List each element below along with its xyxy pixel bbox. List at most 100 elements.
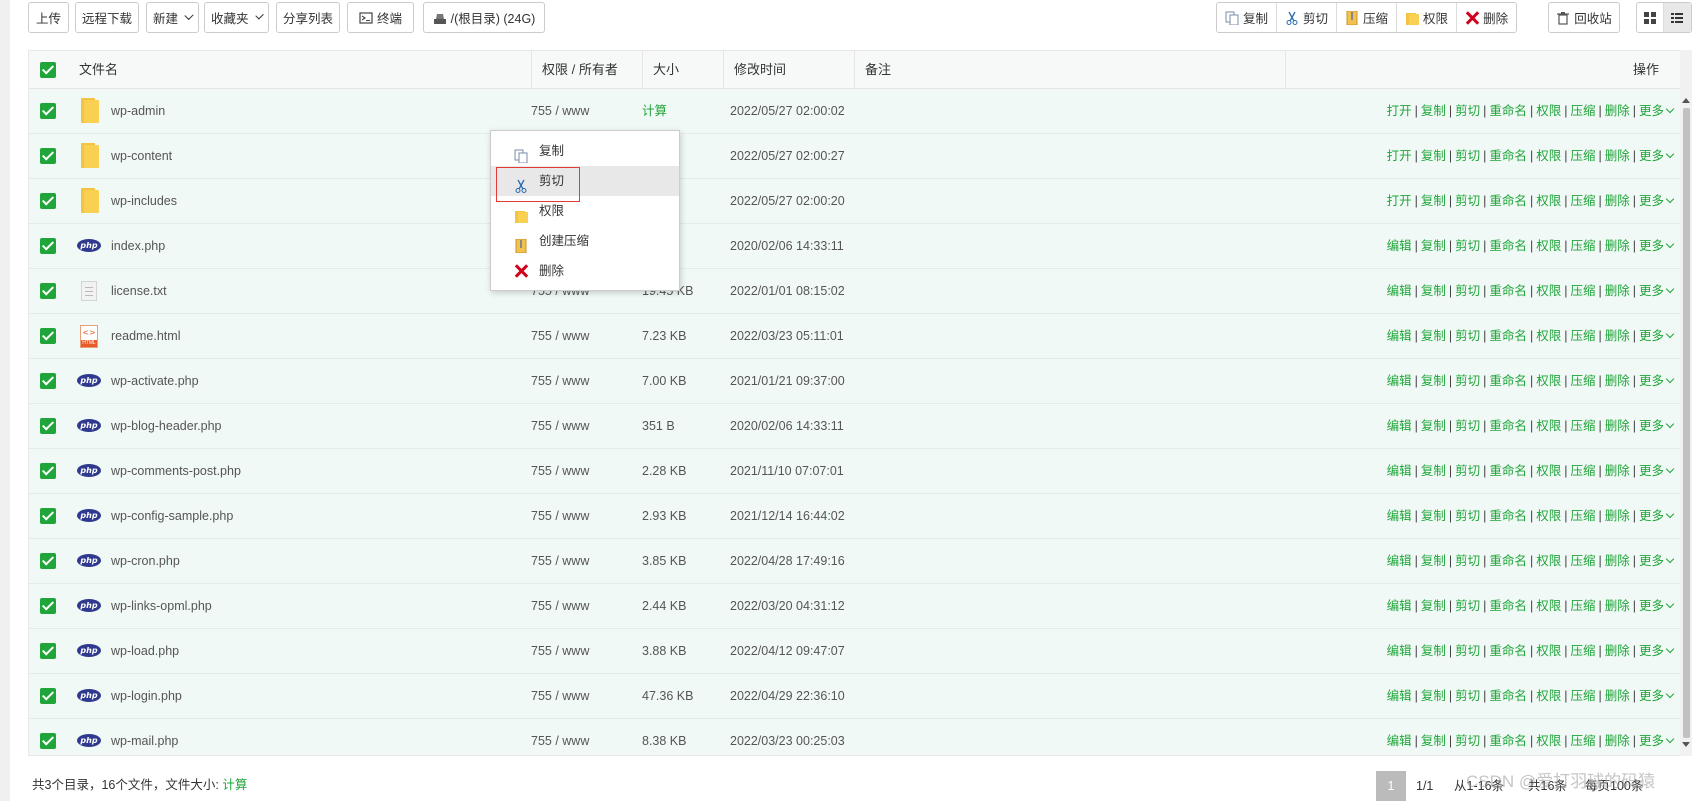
scroll-thumb[interactable] — [1683, 108, 1690, 738]
ctx-create-archive[interactable]: 创建压缩 — [491, 226, 679, 256]
action-link[interactable]: 复制 — [1421, 329, 1446, 343]
action-link[interactable]: 删除 — [1605, 329, 1630, 343]
remote-download-button[interactable]: 远程下载 — [75, 2, 139, 33]
action-link[interactable]: 打开 — [1387, 194, 1412, 208]
path-button[interactable]: /(根目录) (24G) — [423, 2, 545, 33]
action-link[interactable]: 删除 — [1605, 104, 1630, 118]
action-link[interactable]: 删除 — [1605, 554, 1630, 568]
list-view-button[interactable] — [1664, 3, 1691, 32]
action-link[interactable]: 压缩 — [1570, 689, 1595, 703]
action-link[interactable]: 权限 — [1536, 149, 1561, 163]
action-link[interactable]: 压缩 — [1570, 149, 1595, 163]
action-link[interactable]: 更多 — [1639, 374, 1664, 388]
table-scrollbar[interactable] — [1680, 50, 1692, 756]
grid-view-button[interactable] — [1637, 3, 1664, 32]
file-name[interactable]: wp-links-opml.php — [111, 584, 212, 628]
file-permission[interactable]: 755 / www — [531, 314, 589, 358]
action-link[interactable]: 重命名 — [1489, 644, 1527, 658]
col-modified[interactable]: 修改时间 — [723, 51, 853, 89]
action-link[interactable]: 权限 — [1536, 374, 1561, 388]
action-link[interactable]: 权限 — [1536, 329, 1561, 343]
file-name[interactable]: wp-mail.php — [111, 719, 178, 755]
row-checkbox[interactable] — [40, 688, 56, 704]
action-link[interactable]: 复制 — [1421, 419, 1446, 433]
action-link[interactable]: 删除 — [1605, 149, 1630, 163]
action-link[interactable]: 编辑 — [1387, 464, 1412, 478]
action-link[interactable]: 复制 — [1421, 284, 1446, 298]
action-link[interactable]: 更多 — [1639, 284, 1664, 298]
file-permission[interactable]: 755 / www — [531, 629, 589, 673]
action-link[interactable]: 权限 — [1536, 689, 1561, 703]
table-row[interactable]: wp-includes算2022/05/27 02:00:20打开|复制|剪切|… — [29, 179, 1683, 224]
table-row[interactable]: wp-content算2022/05/27 02:00:27打开|复制|剪切|重… — [29, 134, 1683, 179]
table-row[interactable]: php wp-mail.php 755 / www 8.38 KB 2022/03/23… — [29, 719, 1683, 755]
row-checkbox[interactable] — [40, 733, 56, 749]
action-link[interactable]: 复制 — [1421, 644, 1446, 658]
action-link[interactable]: 编辑 — [1387, 599, 1412, 613]
file-name[interactable]: wp-content — [111, 134, 172, 178]
action-link[interactable]: 剪切 — [1455, 554, 1480, 568]
action-link[interactable]: 剪切 — [1455, 419, 1480, 433]
action-link[interactable]: 剪切 — [1455, 374, 1480, 388]
action-link[interactable]: 压缩 — [1570, 104, 1595, 118]
file-name[interactable]: wp-cron.php — [111, 539, 180, 583]
action-link[interactable]: 重命名 — [1489, 554, 1527, 568]
col-permission[interactable]: 权限 / 所有者 — [531, 51, 641, 89]
row-checkbox[interactable] — [40, 553, 56, 569]
scroll-down-arrow-icon[interactable] — [1682, 742, 1690, 747]
table-row[interactable]: php wp-comments-post.php 755 / www 2.28 KB 2… — [29, 449, 1683, 494]
action-link[interactable]: 更多 — [1639, 734, 1664, 748]
row-checkbox[interactable] — [40, 283, 56, 299]
action-link[interactable]: 复制 — [1421, 689, 1446, 703]
action-link[interactable]: 编辑 — [1387, 374, 1412, 388]
action-link[interactable]: 编辑 — [1387, 239, 1412, 253]
action-link[interactable]: 更多 — [1639, 599, 1664, 613]
action-link[interactable]: 打开 — [1387, 149, 1412, 163]
batch-cut-button[interactable]: 剪切 — [1277, 3, 1338, 32]
action-link[interactable]: 重命名 — [1489, 149, 1527, 163]
action-link[interactable]: 复制 — [1421, 734, 1446, 748]
action-link[interactable]: 打开 — [1387, 104, 1412, 118]
table-row[interactable]: php wp-blog-header.php 755 / www 351 B 2020/… — [29, 404, 1683, 449]
scroll-up-arrow-icon[interactable] — [1682, 98, 1690, 103]
row-checkbox[interactable] — [40, 328, 56, 344]
ctx-delete[interactable]: 删除 — [491, 256, 679, 286]
action-link[interactable]: 权限 — [1536, 599, 1561, 613]
table-row[interactable]: phpindex.phpB2020/02/06 14:33:11编辑|复制|剪切… — [29, 224, 1683, 269]
action-link[interactable]: 剪切 — [1455, 194, 1480, 208]
file-permission[interactable]: 755 / www — [531, 404, 589, 448]
action-link[interactable]: 权限 — [1536, 194, 1561, 208]
action-link[interactable]: 编辑 — [1387, 509, 1412, 523]
table-row[interactable]: php wp-load.php 755 / www 3.88 KB 2022/04/12… — [29, 629, 1683, 674]
action-link[interactable]: 权限 — [1536, 644, 1561, 658]
action-link[interactable]: 剪切 — [1455, 239, 1480, 253]
action-link[interactable]: 删除 — [1605, 599, 1630, 613]
action-link[interactable]: 复制 — [1421, 509, 1446, 523]
action-link[interactable]: 压缩 — [1570, 554, 1595, 568]
file-name[interactable]: readme.html — [111, 314, 180, 358]
action-link[interactable]: 编辑 — [1387, 419, 1412, 433]
file-permission[interactable]: 755 / www — [531, 584, 589, 628]
action-link[interactable]: 压缩 — [1570, 374, 1595, 388]
row-checkbox[interactable] — [40, 508, 56, 524]
action-link[interactable]: 删除 — [1605, 284, 1630, 298]
action-link[interactable]: 压缩 — [1570, 284, 1595, 298]
row-checkbox[interactable] — [40, 148, 56, 164]
row-checkbox[interactable] — [40, 598, 56, 614]
action-link[interactable]: 删除 — [1605, 734, 1630, 748]
action-link[interactable]: 权限 — [1536, 554, 1561, 568]
action-link[interactable]: 更多 — [1639, 329, 1664, 343]
row-checkbox[interactable] — [40, 103, 56, 119]
action-link[interactable]: 更多 — [1639, 104, 1664, 118]
action-link[interactable]: 压缩 — [1570, 329, 1595, 343]
file-name[interactable]: wp-admin — [111, 89, 165, 133]
action-link[interactable]: 删除 — [1605, 509, 1630, 523]
action-link[interactable]: 重命名 — [1489, 284, 1527, 298]
row-checkbox[interactable] — [40, 463, 56, 479]
ctx-copy[interactable]: 复制 — [491, 136, 679, 166]
batch-permission-button[interactable]: 权限 — [1397, 3, 1458, 32]
recycle-bin-button[interactable]: 回收站 — [1548, 2, 1620, 33]
action-link[interactable]: 重命名 — [1489, 689, 1527, 703]
batch-copy-button[interactable]: 复制 — [1217, 3, 1278, 32]
action-link[interactable]: 重命名 — [1489, 419, 1527, 433]
